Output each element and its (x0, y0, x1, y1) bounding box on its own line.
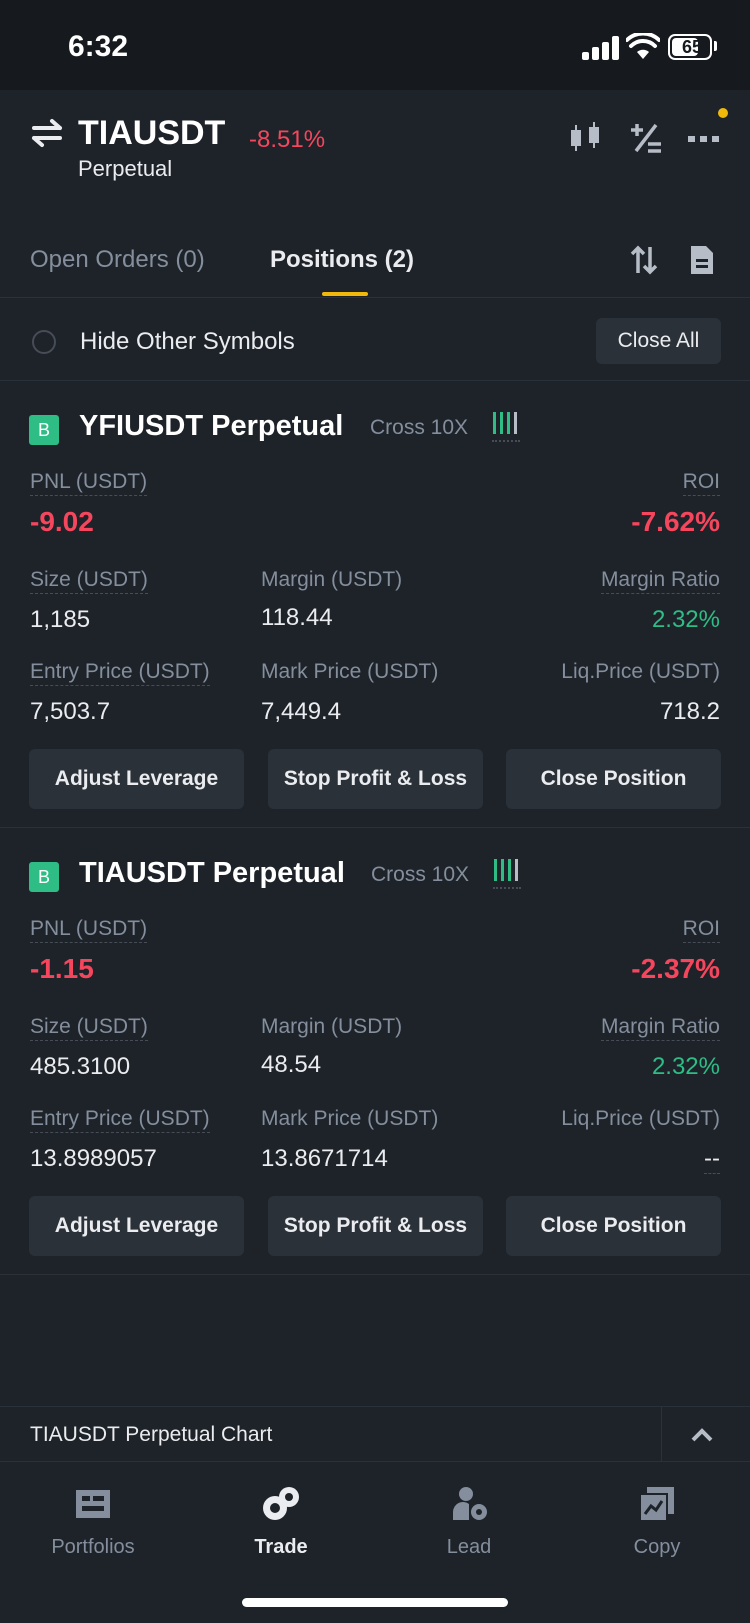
tab-positions[interactable]: Positions (2) (270, 246, 414, 274)
mark-price-label: Mark Price (USDT) (261, 1107, 439, 1130)
margin-mode[interactable]: Cross 10X (371, 863, 469, 887)
portfolio-icon (76, 1490, 110, 1518)
signal-icon (582, 36, 622, 60)
nav-lead[interactable]: Lead (394, 1484, 544, 1559)
wifi-icon (626, 33, 660, 59)
position-title[interactable]: TIAUSDT Perpetual (79, 857, 345, 890)
status-time: 6:32 (68, 30, 129, 63)
nav-trade[interactable]: Trade (206, 1484, 356, 1559)
candlestick-icon[interactable] (568, 120, 604, 156)
nav-label: Lead (446, 1536, 492, 1558)
position-card: B TIAUSDT Perpetual Cross 10X PNL (USDT)… (0, 829, 750, 1275)
entry-price-value: 7,503.7 (30, 698, 111, 725)
size-value: 1,185 (30, 606, 91, 633)
side-badge: B (29, 415, 59, 445)
liq-price-label: Liq.Price (USDT) (561, 1107, 720, 1130)
position-card: B YFIUSDT Perpetual Cross 10X PNL (USDT)… (0, 382, 750, 828)
margin-label: Margin (USDT) (261, 568, 403, 591)
swap-icon[interactable] (30, 118, 64, 148)
chart-label[interactable]: TIAUSDT Perpetual Chart (30, 1423, 272, 1447)
symbol-header: TIAUSDT -8.51% Perpetual (0, 90, 750, 218)
adjust-leverage-button[interactable]: Adjust Leverage (29, 749, 244, 809)
trade-icon (263, 1487, 299, 1520)
chart-toggle-bar[interactable]: TIAUSDT Perpetual Chart (0, 1406, 750, 1463)
pnl-value: -9.02 (30, 506, 94, 537)
price-change: -8.51% (249, 126, 326, 153)
roi-value: -7.62% (631, 506, 720, 537)
sort-icon[interactable] (628, 244, 660, 276)
chevron-up-icon[interactable] (690, 1423, 714, 1447)
size-label: Size (USDT) (30, 568, 148, 594)
signal-bars-icon (493, 859, 523, 889)
side-badge: B (29, 862, 59, 892)
size-value: 485.3100 (30, 1053, 131, 1080)
stop-profit-loss-button[interactable]: Stop Profit & Loss (268, 749, 483, 809)
symbol-subtitle: Perpetual (78, 156, 173, 181)
roi-label: ROI (682, 470, 720, 496)
pnl-value: -1.15 (30, 953, 94, 984)
tab-bar: Open Orders (0) Positions (2) (0, 218, 750, 298)
margin-ratio-value: 2.32% (651, 1053, 720, 1080)
lead-icon (453, 1487, 487, 1520)
tab-active-indicator (322, 292, 368, 296)
hide-other-symbols-toggle[interactable] (32, 330, 56, 354)
notification-dot (718, 108, 728, 118)
nav-copy[interactable]: Copy (582, 1484, 732, 1559)
margin-ratio-value: 2.32% (651, 606, 720, 633)
close-position-button[interactable]: Close Position (506, 1196, 721, 1256)
adjust-leverage-button[interactable]: Adjust Leverage (29, 1196, 244, 1256)
roi-value: -2.37% (631, 953, 720, 984)
mark-price-label: Mark Price (USDT) (261, 660, 439, 683)
size-label: Size (USDT) (30, 1015, 148, 1041)
margin-label: Margin (USDT) (261, 1015, 403, 1038)
signal-bars-icon (492, 412, 522, 442)
calculator-icon[interactable] (628, 120, 664, 156)
mark-price-value: 13.8671714 (261, 1145, 388, 1172)
margin-value: 48.54 (261, 1051, 322, 1078)
liq-price-label: Liq.Price (USDT) (561, 660, 720, 683)
margin-ratio-label: Margin Ratio (600, 1015, 720, 1041)
nav-label: Portfolios (51, 1536, 135, 1558)
liq-price-value: -- (704, 1145, 720, 1174)
filter-row: Hide Other Symbols Close All (0, 298, 750, 381)
status-bar: 6:32 65 (0, 0, 750, 90)
nav-label: Copy (633, 1536, 681, 1558)
entry-price-label: Entry Price (USDT) (30, 1107, 210, 1133)
nav-portfolios[interactable]: Portfolios (18, 1484, 168, 1559)
battery-level: 65 (681, 37, 703, 57)
entry-price-value: 13.8989057 (30, 1145, 157, 1172)
hide-other-symbols-label[interactable]: Hide Other Symbols (80, 328, 295, 356)
close-position-button[interactable]: Close Position (506, 749, 721, 809)
nav-label: Trade (254, 1536, 308, 1558)
margin-value: 118.44 (261, 604, 333, 631)
stop-profit-loss-button[interactable]: Stop Profit & Loss (268, 1196, 483, 1256)
document-icon[interactable] (688, 244, 716, 276)
battery-icon: 65 (668, 34, 712, 60)
copy-icon (639, 1487, 674, 1522)
margin-mode[interactable]: Cross 10X (370, 416, 468, 440)
position-title[interactable]: YFIUSDT Perpetual (79, 410, 343, 443)
entry-price-label: Entry Price (USDT) (30, 660, 210, 686)
symbol-name[interactable]: TIAUSDT (78, 114, 225, 153)
pnl-label: PNL (USDT) (30, 917, 148, 943)
roi-label: ROI (682, 917, 720, 943)
margin-ratio-label: Margin Ratio (600, 568, 720, 594)
liq-price-value: 718.2 (659, 698, 720, 725)
close-all-button[interactable]: Close All (596, 318, 721, 364)
tab-open-orders[interactable]: Open Orders (0) (30, 246, 205, 274)
mark-price-value: 7,449.4 (261, 698, 342, 725)
more-icon[interactable] (686, 120, 722, 156)
pnl-label: PNL (USDT) (30, 470, 148, 496)
home-indicator[interactable] (242, 1598, 508, 1607)
